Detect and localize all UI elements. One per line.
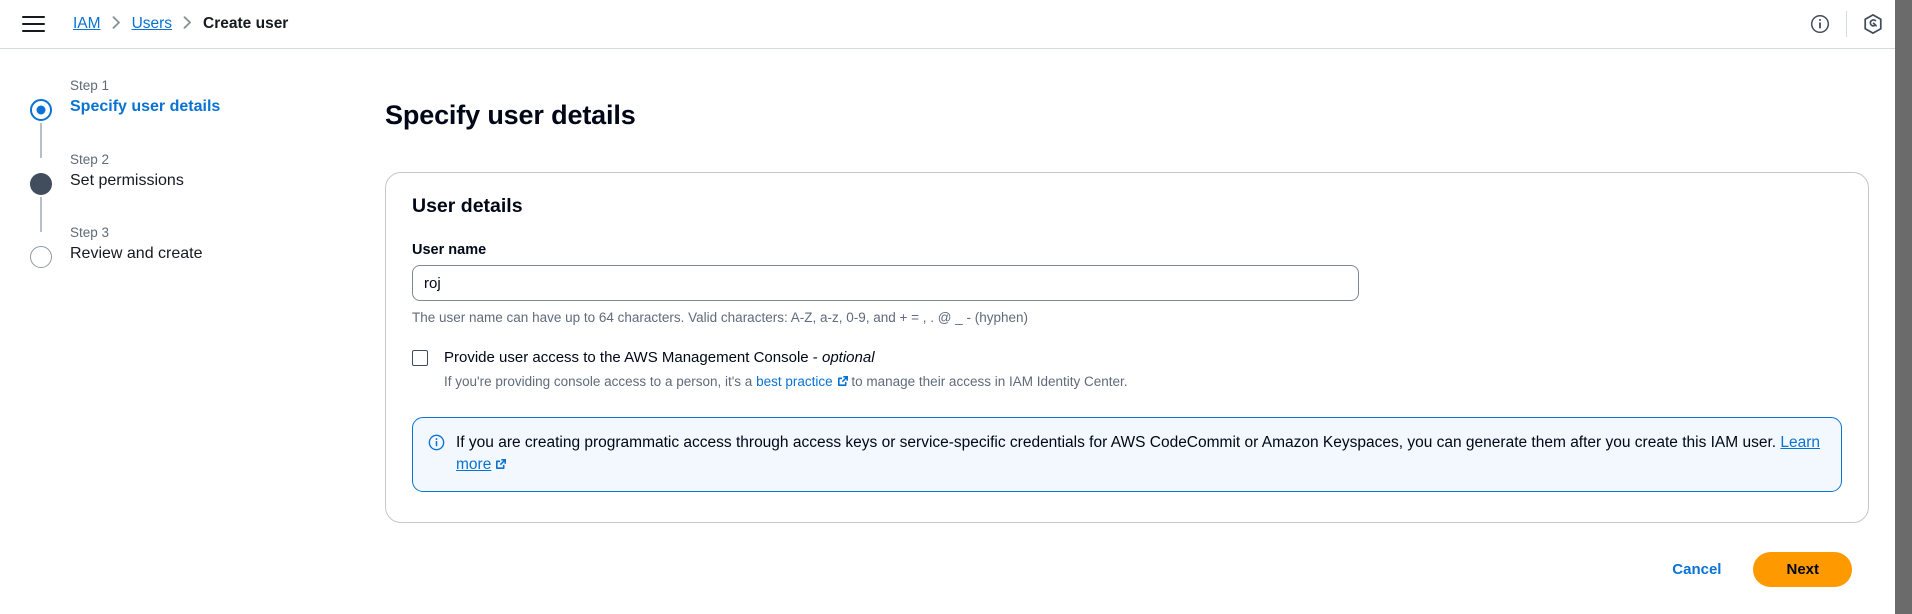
programmatic-access-info-alert: If you are creating programmatic access …	[412, 417, 1842, 493]
stepper-step-3[interactable]: Step 3 Review and create	[30, 225, 330, 269]
stepper-step-2[interactable]: Step 2 Set permissions	[30, 151, 330, 232]
console-access-label-main: Provide user access to the AWS Managemen…	[444, 349, 809, 366]
step-marker-filled-icon	[30, 172, 52, 195]
page-title: Specify user details	[385, 100, 636, 130]
console-access-body: Provide user access to the AWS Managemen…	[444, 348, 1128, 391]
cloudshell-hexagon-icon[interactable]	[1851, 0, 1895, 49]
breadcrumb-item-iam[interactable]: IAM	[73, 15, 101, 33]
next-button[interactable]: Next	[1753, 552, 1852, 587]
vertical-scrollbar[interactable]	[1895, 0, 1912, 614]
step-2-title: Set permissions	[70, 171, 184, 189]
console-access-label[interactable]: Provide user access to the AWS Managemen…	[444, 348, 1128, 368]
console-access-sublabel: If you're providing console access to a …	[444, 373, 1128, 392]
user-name-input[interactable]	[412, 265, 1359, 301]
scrollbar-thumb[interactable]	[1895, 0, 1912, 614]
hamburger-menu-icon[interactable]	[22, 11, 48, 37]
step-2-number: Step 2	[70, 151, 110, 167]
stepper-step-1[interactable]: Step 1 Specify user details	[30, 78, 330, 158]
step-marker-active-icon	[30, 99, 52, 121]
external-link-icon	[837, 374, 848, 386]
hamburger-line	[22, 30, 45, 33]
cancel-button[interactable]: Cancel	[1662, 555, 1731, 584]
alert-text: If you are creating programmatic access …	[456, 432, 1825, 476]
info-circle-icon	[428, 434, 445, 456]
hamburger-line	[22, 22, 45, 26]
breadcrumb-item-users[interactable]: Users	[132, 15, 172, 33]
step-1-title: Specify user details	[70, 97, 221, 115]
console-access-label-optional: optional	[821, 349, 875, 366]
console-access-checkbox[interactable]	[412, 350, 428, 366]
alert-text-body: If you are creating programmatic access …	[456, 434, 1781, 452]
sublabel-text-after: to manage their access in IAM Identity C…	[847, 373, 1128, 389]
wizard-stepper: Step 1 Specify user details Step 2 Set p…	[30, 78, 330, 269]
step-marker-empty-icon	[30, 246, 52, 269]
topbar-actions	[1798, 0, 1895, 48]
user-name-hint: The user name can have up to 64 characte…	[412, 310, 1029, 325]
breadcrumb-separator-icon	[112, 15, 121, 33]
step-3-number: Step 3	[70, 225, 110, 241]
breadcrumb-separator-icon	[183, 15, 192, 33]
user-details-card: User details User name The user name can…	[385, 172, 1869, 524]
best-practice-link-text: best practice	[756, 373, 833, 389]
console-access-label-dash: -	[808, 349, 822, 366]
console-access-row: Provide user access to the AWS Managemen…	[412, 348, 1842, 391]
topbar-divider	[1846, 11, 1847, 37]
info-circle-icon[interactable]	[1798, 0, 1842, 49]
user-name-label: User name	[412, 242, 487, 258]
best-practice-link[interactable]: best practice	[756, 374, 833, 389]
wizard-footer-actions: Cancel Next	[1662, 552, 1852, 587]
top-navigation-bar: IAM Users Create user	[0, 0, 1895, 49]
breadcrumb-item-create-user: Create user	[203, 15, 289, 32]
hamburger-line	[22, 15, 45, 18]
sublabel-text-before: If you're providing console access to a …	[444, 373, 757, 389]
external-link-icon	[495, 455, 507, 470]
step-1-number: Step 1	[70, 78, 110, 93]
step-3-title: Review and create	[70, 245, 203, 263]
breadcrumb: IAM Users Create user	[73, 15, 288, 33]
card-title: User details	[412, 195, 523, 217]
